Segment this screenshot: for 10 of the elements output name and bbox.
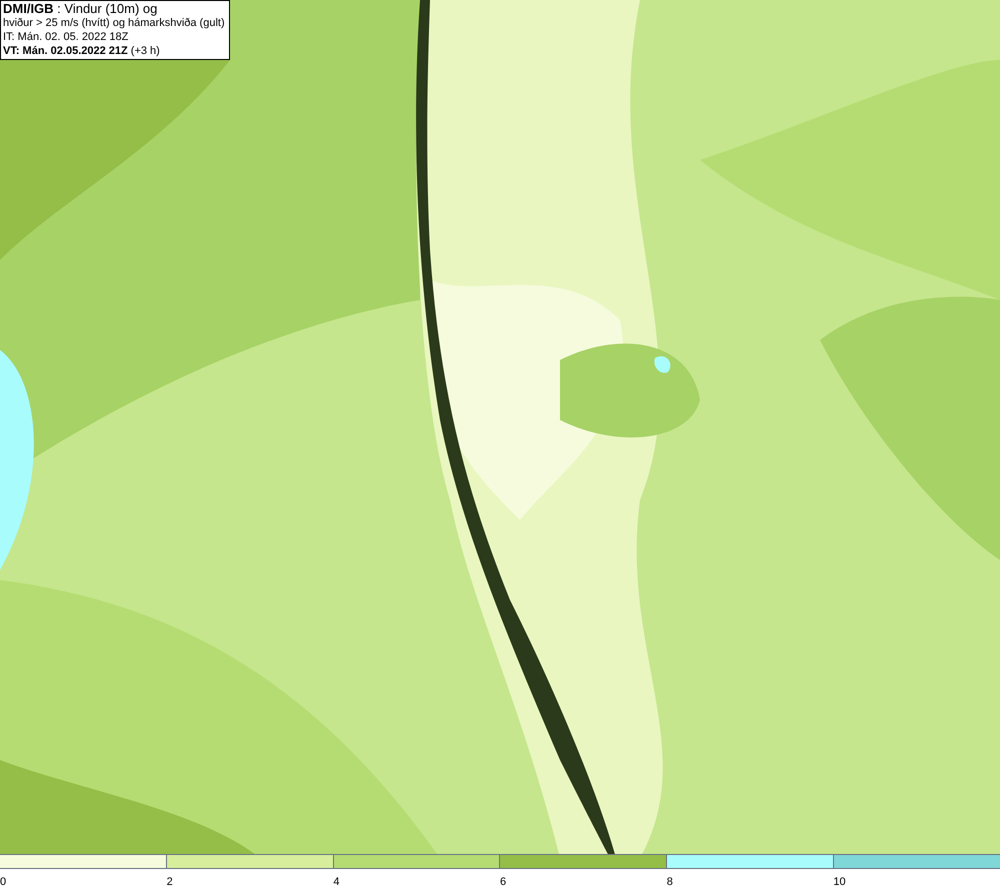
caption-line: DMI/IGB : Vindur (10m) og — [3, 2, 158, 16]
legend-label: 8 — [666, 876, 673, 887]
legend-label: 4 — [333, 876, 340, 887]
legend-label: 10 — [833, 876, 846, 887]
legend-label: 6 — [500, 876, 506, 887]
caption-line: hviður > 25 m/s (hvítt) og hámarkshviða (gult) — [3, 16, 226, 30]
caption-line: IT: Mán. 02. 05. 2022 18Z — [3, 30, 130, 44]
legend-label: 0 — [0, 876, 6, 887]
caption-line: VT: Mán. 02.05.2022 21Z (+3 h) — [3, 44, 161, 58]
legend-label: 2 — [166, 876, 173, 887]
